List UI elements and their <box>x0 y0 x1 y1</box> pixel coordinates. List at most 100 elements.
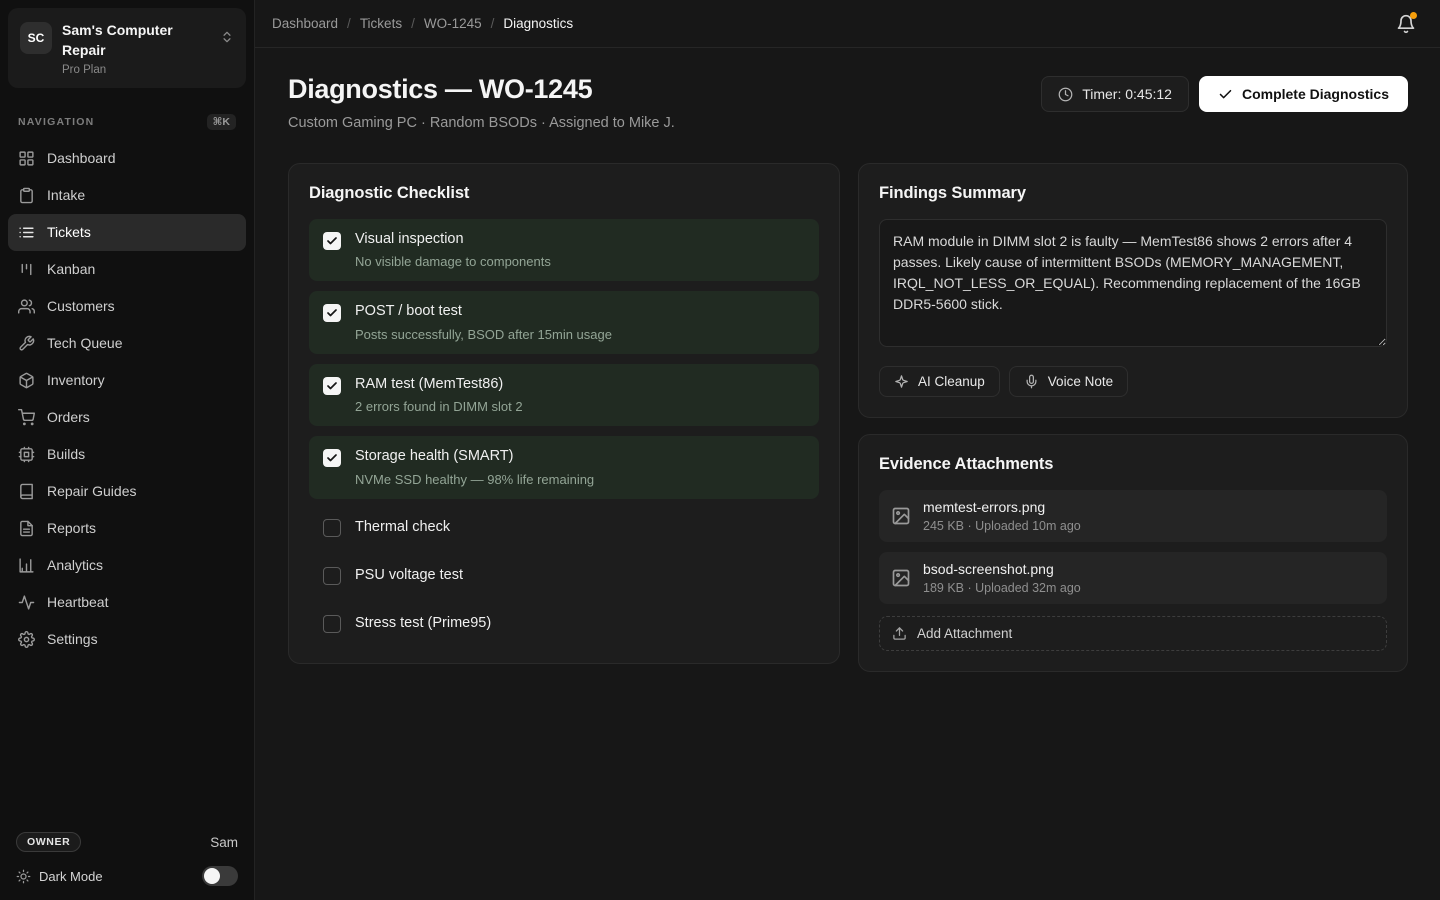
sidebar-item-label: Analytics <box>47 557 103 573</box>
checklist-item-label: POST / boot test <box>355 303 612 320</box>
dark-mode-toggle[interactable] <box>202 866 238 886</box>
checklist-item-post-boot-test[interactable]: POST / boot test Posts successfully, BSO… <box>309 291 819 353</box>
bar-chart-icon <box>18 557 35 574</box>
command-k-shortcut[interactable]: ⌘K <box>207 114 236 130</box>
checkbox-unchecked-icon[interactable] <box>323 519 341 537</box>
ai-cleanup-label: AI Cleanup <box>918 374 985 389</box>
breadcrumb-wo-1245[interactable]: WO-1245 <box>424 16 482 31</box>
sidebar-item-inventory[interactable]: Inventory <box>8 362 246 399</box>
sidebar-item-dashboard[interactable]: Dashboard <box>8 140 246 177</box>
sidebar-item-intake[interactable]: Intake <box>8 177 246 214</box>
toggle-knob <box>204 868 220 884</box>
upload-icon <box>892 626 907 641</box>
wrench-icon <box>18 335 35 352</box>
sidebar-item-label: Reports <box>47 520 96 536</box>
sidebar-item-analytics[interactable]: Analytics <box>8 547 246 584</box>
sidebar-item-label: Settings <box>47 631 98 647</box>
attachment-meta: 189 KB · Uploaded 32m ago <box>923 581 1081 595</box>
checklist-item-ram-test[interactable]: RAM test (MemTest86) 2 errors found in D… <box>309 364 819 426</box>
workspace-switcher[interactable]: SC Sam's Computer Repair Pro Plan <box>8 8 246 88</box>
checkbox-checked-icon[interactable] <box>323 304 341 322</box>
sidebar-item-label: Tickets <box>47 224 91 240</box>
sidebar-item-heartbeat[interactable]: Heartbeat <box>8 584 246 621</box>
workspace-avatar: SC <box>20 22 52 54</box>
page-subtitle: Custom Gaming PC · Random BSODs · Assign… <box>288 115 675 131</box>
attachment-name: bsod-screenshot.png <box>923 561 1081 577</box>
sidebar-item-tech-queue[interactable]: Tech Queue <box>8 325 246 362</box>
microphone-icon <box>1024 374 1039 389</box>
checklist-item-psu-voltage-test[interactable]: PSU voltage test <box>309 557 819 595</box>
sidebar-item-label: Kanban <box>47 261 95 277</box>
sidebar-item-settings[interactable]: Settings <box>8 621 246 658</box>
breadcrumb-separator: / <box>411 16 415 31</box>
ai-cleanup-button[interactable]: AI Cleanup <box>879 366 1000 397</box>
sidebar-item-label: Orders <box>47 409 90 425</box>
checklist-title: Diagnostic Checklist <box>309 184 819 203</box>
sidebar-item-reports[interactable]: Reports <box>8 510 246 547</box>
gear-icon <box>18 631 35 648</box>
sidebar-item-label: Heartbeat <box>47 594 108 610</box>
checklist-item-label: Storage health (SMART) <box>355 448 594 465</box>
image-file-icon <box>891 506 911 526</box>
checklist-item-storage-health[interactable]: Storage health (SMART) NVMe SSD healthy … <box>309 436 819 498</box>
voice-note-button[interactable]: Voice Note <box>1009 366 1128 397</box>
checklist-item-visual-inspection[interactable]: Visual inspection No visible damage to c… <box>309 219 819 281</box>
attachment-meta: 245 KB · Uploaded 10m ago <box>923 519 1081 533</box>
file-icon <box>18 520 35 537</box>
findings-summary-card: Findings Summary RAM module in DIMM slot… <box>858 163 1408 418</box>
checklist-item-note: 2 errors found in DIMM slot 2 <box>355 399 523 414</box>
checklist-item-label: PSU voltage test <box>355 567 463 584</box>
checkbox-checked-icon[interactable] <box>323 449 341 467</box>
evidence-attachments-card: Evidence Attachments memtest-errors.png … <box>858 434 1408 672</box>
complete-diagnostics-button[interactable]: Complete Diagnostics <box>1199 76 1408 112</box>
sidebar-item-customers[interactable]: Customers <box>8 288 246 325</box>
chevrons-up-down-icon <box>220 30 234 44</box>
list-icon <box>18 224 35 241</box>
checkbox-unchecked-icon[interactable] <box>323 567 341 585</box>
add-attachment-label: Add Attachment <box>917 626 1012 641</box>
attachment-row-bsod-screenshot[interactable]: bsod-screenshot.png 189 KB · Uploaded 32… <box>879 552 1387 604</box>
findings-title: Findings Summary <box>879 184 1387 203</box>
sidebar: SC Sam's Computer Repair Pro Plan NAVIGA… <box>0 0 255 900</box>
sidebar-item-kanban[interactable]: Kanban <box>8 251 246 288</box>
sidebar-item-orders[interactable]: Orders <box>8 399 246 436</box>
complete-diagnostics-label: Complete Diagnostics <box>1242 86 1389 102</box>
checklist-item-label: Stress test (Prime95) <box>355 615 491 632</box>
sun-icon <box>16 869 31 884</box>
image-file-icon <box>891 568 911 588</box>
checklist-item-stress-test[interactable]: Stress test (Prime95) <box>309 605 819 643</box>
sidebar-item-label: Intake <box>47 187 85 203</box>
role-badge: OWNER <box>16 832 81 852</box>
add-attachment-button[interactable]: Add Attachment <box>879 616 1387 651</box>
breadcrumb-separator: / <box>491 16 495 31</box>
breadcrumb: Dashboard / Tickets / WO-1245 / Diagnost… <box>272 16 1396 31</box>
grid-icon <box>18 150 35 167</box>
bell-icon[interactable] <box>1396 14 1416 34</box>
sidebar-item-repair-guides[interactable]: Repair Guides <box>8 473 246 510</box>
breadcrumb-dashboard[interactable]: Dashboard <box>272 16 338 31</box>
sidebar-item-builds[interactable]: Builds <box>8 436 246 473</box>
checkbox-checked-icon[interactable] <box>323 377 341 395</box>
findings-textarea[interactable]: RAM module in DIMM slot 2 is faulty — Me… <box>879 219 1387 347</box>
activity-icon <box>18 594 35 611</box>
breadcrumb-diagnostics: Diagnostics <box>503 16 573 31</box>
checklist-item-label: RAM test (MemTest86) <box>355 376 523 393</box>
checkbox-unchecked-icon[interactable] <box>323 615 341 633</box>
sidebar-item-tickets[interactable]: Tickets <box>8 214 246 251</box>
sidebar-nav: NAVIGATION ⌘K Dashboard Intake Tickets K… <box>0 110 254 820</box>
box-icon <box>18 372 35 389</box>
page-content: Diagnostics — WO-1245 Custom Gaming PC ·… <box>255 48 1440 900</box>
user-name: Sam <box>210 835 238 850</box>
checklist-item-thermal-check[interactable]: Thermal check <box>309 509 819 547</box>
breadcrumb-tickets[interactable]: Tickets <box>360 16 402 31</box>
sidebar-footer: OWNER Sam Dark Mode <box>0 820 254 900</box>
clock-icon <box>1058 87 1073 102</box>
timer-button[interactable]: Timer: 0:45:12 <box>1041 76 1189 112</box>
checkbox-checked-icon[interactable] <box>323 232 341 250</box>
sidebar-item-label: Inventory <box>47 372 105 388</box>
page-header: Diagnostics — WO-1245 Custom Gaming PC ·… <box>288 74 1408 131</box>
voice-note-label: Voice Note <box>1048 374 1113 389</box>
sidebar-item-label: Dashboard <box>47 150 116 166</box>
attachment-row-memtest-errors[interactable]: memtest-errors.png 245 KB · Uploaded 10m… <box>879 490 1387 542</box>
breadcrumb-separator: / <box>347 16 351 31</box>
